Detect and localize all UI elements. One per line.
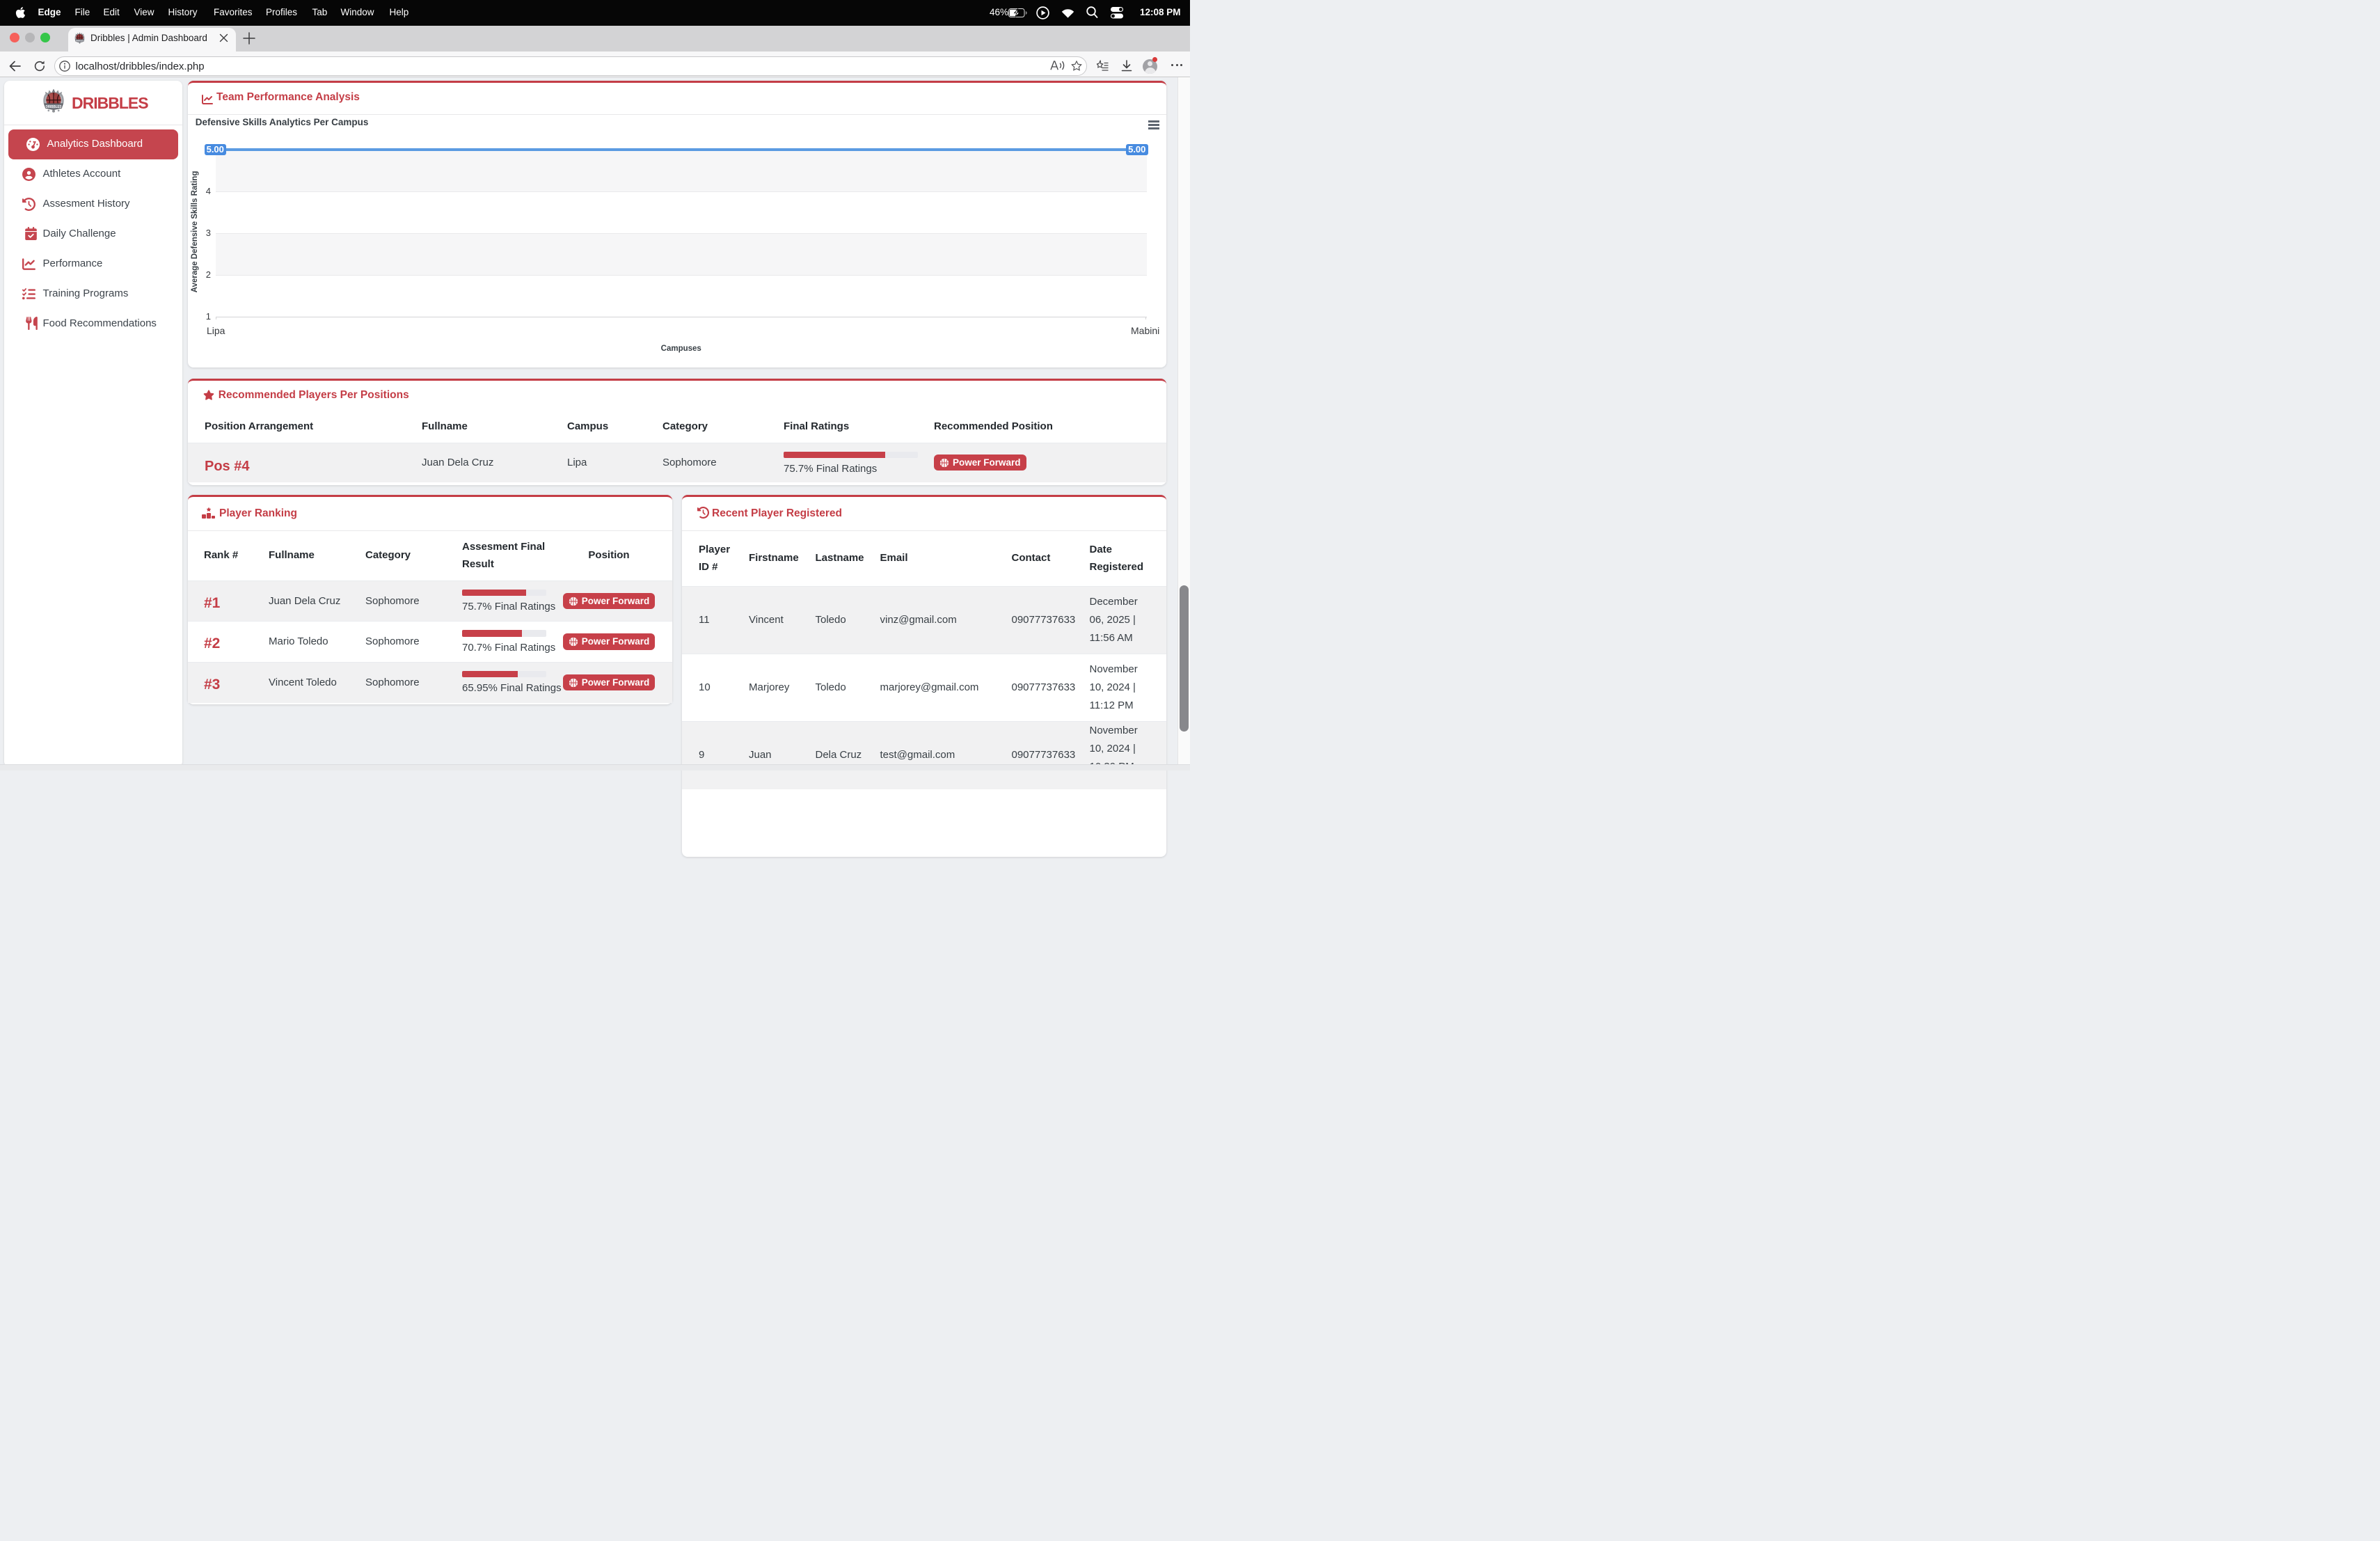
svg-text:DRIBBLES: DRIBBLES [76,40,84,42]
svg-text:DRIBBLES: DRIBBLES [45,104,62,109]
